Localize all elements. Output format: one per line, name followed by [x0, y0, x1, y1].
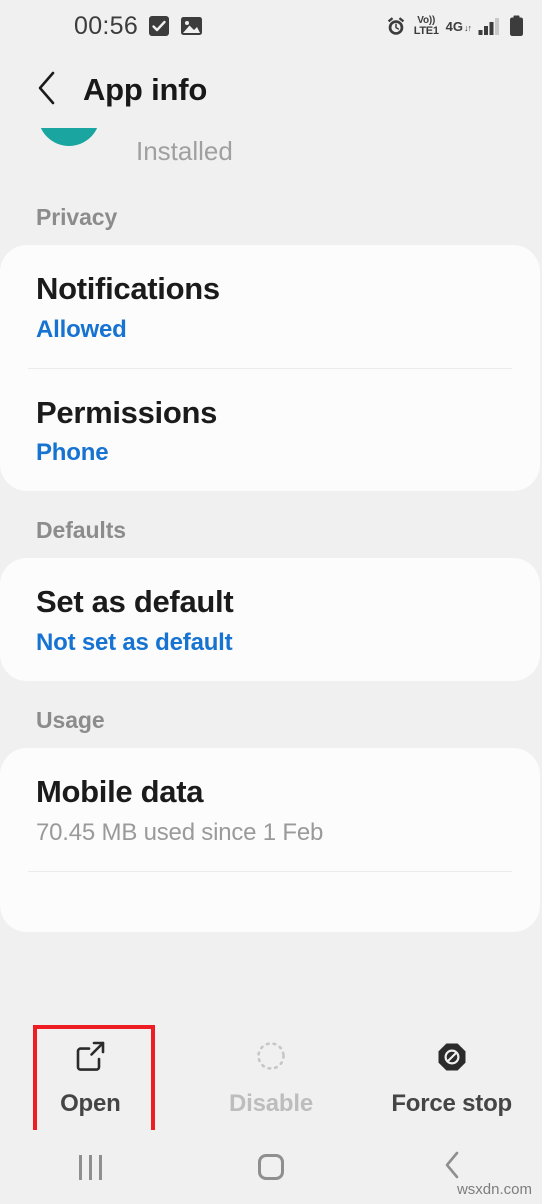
- status-time: 00:56: [74, 11, 139, 40]
- row-title: Notifications: [36, 271, 220, 306]
- privacy-card: Notifications Allowed Permissions Phone: [0, 245, 540, 492]
- row-subtitle: 70.45 MB used since 1 Feb: [36, 818, 324, 846]
- battery-icon: [509, 15, 524, 37]
- row-set-as-default[interactable]: Set as default Not set as default: [0, 558, 540, 681]
- action-label: Open: [60, 1090, 121, 1117]
- row-subtitle: Phone: [36, 439, 109, 467]
- chevron-left-icon: [34, 69, 60, 112]
- section-label-usage: Usage: [36, 706, 105, 733]
- row-title: Mobile data: [36, 773, 204, 809]
- volte-indicator: Vo)) LTE1: [413, 14, 439, 37]
- status-bar-right: Vo)) LTE1 4G ↓↑: [385, 0, 524, 52]
- back-button[interactable]: [19, 62, 75, 118]
- recents-icon: [78, 1154, 102, 1180]
- row-mobile-data[interactable]: Mobile data 70.45 MB used since 1 Feb: [0, 748, 540, 871]
- checkbox-icon: [148, 15, 170, 37]
- watermark: wsxdn.com: [456, 1181, 532, 1198]
- alarm-icon: [385, 15, 407, 37]
- row-title: Permissions: [36, 394, 218, 430]
- mobile-data-indicator: 4G ↓↑: [445, 18, 472, 34]
- row-permissions[interactable]: Permissions Phone: [0, 369, 540, 492]
- row-usage-next[interactable]: [0, 872, 540, 932]
- app-install-status: Installed: [136, 136, 233, 166]
- row-subtitle: Allowed: [36, 315, 127, 343]
- image-icon: [180, 15, 203, 37]
- action-label: Disable: [229, 1090, 313, 1117]
- defaults-card: Set as default Not set as default: [0, 558, 540, 681]
- back-chevron-icon: [442, 1150, 462, 1185]
- home-icon: [258, 1154, 284, 1180]
- app-summary-row[interactable]: Installed: [0, 128, 542, 178]
- nav-back-button[interactable]: [361, 1150, 542, 1185]
- force-stop-button[interactable]: Force stop: [361, 1025, 542, 1130]
- open-external-icon: [71, 1037, 109, 1080]
- disable-button: Disable: [181, 1025, 362, 1130]
- stop-octagon-icon: [433, 1037, 471, 1080]
- action-label: Force stop: [391, 1090, 513, 1117]
- status-bar-left: 00:56: [74, 12, 203, 41]
- recents-button[interactable]: [0, 1154, 181, 1180]
- action-bar: Open Disable Force stop: [0, 1025, 542, 1130]
- phone-screen: 00:56 Vo)) LTE1 4G ↓↑ App info Installed…: [0, 0, 542, 1204]
- home-button[interactable]: [181, 1154, 362, 1180]
- section-label-defaults: Defaults: [36, 517, 126, 544]
- page-title: App info: [83, 72, 208, 107]
- usage-card: Mobile data 70.45 MB used since 1 Feb: [0, 747, 540, 932]
- signal-bars-icon: [478, 16, 502, 36]
- dashed-circle-icon: [252, 1037, 290, 1080]
- app-icon: [38, 128, 100, 146]
- row-notifications[interactable]: Notifications Allowed: [0, 245, 540, 368]
- settings-scroll-area[interactable]: Installed Privacy Notifications Allowed …: [0, 128, 542, 1025]
- status-bar: 00:56 Vo)) LTE1 4G ↓↑: [0, 0, 542, 52]
- row-title: Set as default: [36, 584, 234, 620]
- row-subtitle: Not set as default: [36, 628, 233, 656]
- section-label-privacy: Privacy: [36, 204, 118, 230]
- app-bar: App info: [0, 52, 542, 128]
- open-button[interactable]: Open: [0, 1025, 181, 1130]
